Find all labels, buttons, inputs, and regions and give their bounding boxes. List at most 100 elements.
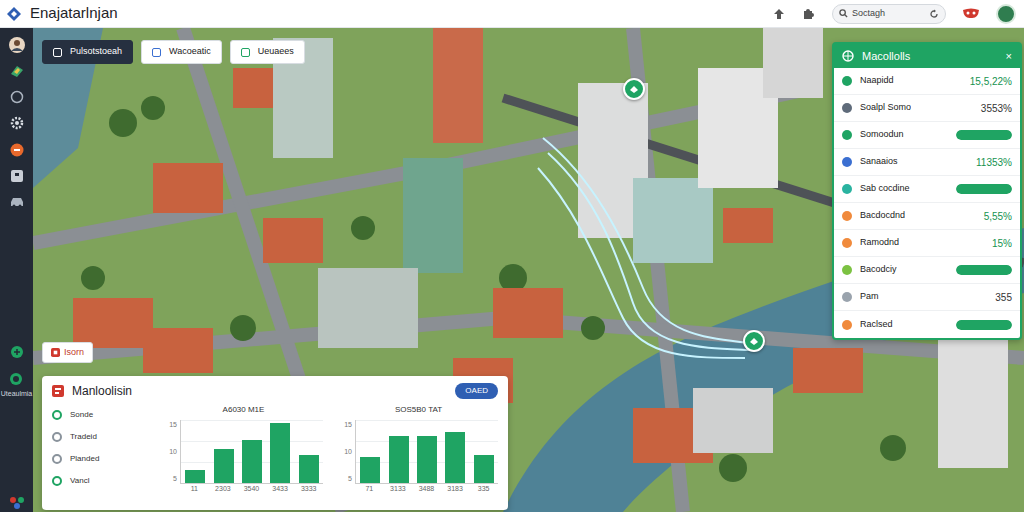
chart-bar[interactable] xyxy=(389,436,409,483)
axis-tick: 15 xyxy=(164,420,177,431)
close-button[interactable]: × xyxy=(1006,48,1012,65)
map-pin[interactable] xyxy=(623,78,645,100)
chart-bar[interactable] xyxy=(270,423,290,483)
chip-label: Pulsotstoeah xyxy=(70,45,122,59)
status-dot-icon xyxy=(842,103,852,113)
refresh-icon[interactable] xyxy=(929,9,939,19)
layer-label: Isorn xyxy=(64,346,84,360)
stats-title: Macollolls xyxy=(862,48,910,65)
row-label: Bacdocdnd xyxy=(860,209,905,223)
chart-x-axis: 71313334883183335 xyxy=(355,484,498,495)
row-label: Soalpl Somo xyxy=(860,101,911,115)
chart-bar[interactable] xyxy=(360,457,380,483)
chart-axis: 15105 xyxy=(339,420,355,484)
chart-plot xyxy=(180,420,323,484)
logo-icon[interactable] xyxy=(6,6,22,22)
status-dot-icon xyxy=(842,238,852,248)
status-dot-icon xyxy=(842,320,852,330)
stats-row[interactable]: Ramodnd15% xyxy=(834,230,1020,257)
alert-icon[interactable] xyxy=(7,141,27,159)
car-icon[interactable] xyxy=(7,193,27,211)
legend-label: Tradeid xyxy=(70,431,97,443)
globe-icon xyxy=(842,50,854,62)
legend-label: Vancl xyxy=(70,475,89,487)
gear-icon[interactable] xyxy=(7,114,27,132)
compass-icon[interactable] xyxy=(7,88,27,106)
stats-row[interactable]: Pam355 xyxy=(834,284,1020,311)
axis-label: 3333 xyxy=(296,484,322,495)
legend-ring-icon xyxy=(52,432,62,442)
chart-bar[interactable] xyxy=(299,455,319,483)
puzzle-icon[interactable] xyxy=(802,7,816,21)
search-input[interactable] xyxy=(852,7,925,21)
legend-item[interactable]: Planded xyxy=(52,448,148,470)
profile-icon[interactable] xyxy=(7,36,27,54)
axis-label: 3133 xyxy=(385,484,411,495)
stats-row[interactable]: Bacodciy xyxy=(834,257,1020,284)
status-dot-icon xyxy=(842,292,852,302)
filter-chip[interactable]: Ueuaees xyxy=(230,40,305,64)
row-value: 11353% xyxy=(976,155,1012,170)
axis-label: 3488 xyxy=(413,484,439,495)
apps-icon[interactable] xyxy=(7,494,27,512)
chevron-icon xyxy=(629,84,639,94)
chip-label: Ueuaees xyxy=(258,45,294,59)
chart-bar[interactable] xyxy=(185,470,205,483)
layer-icon xyxy=(51,348,60,357)
search-field[interactable] xyxy=(832,4,946,24)
stats-row[interactable]: Bacdocdnd 5,55% xyxy=(834,203,1020,230)
row-meter xyxy=(956,184,1012,194)
panel-button[interactable]: OAED xyxy=(455,383,498,399)
bottom-panel: Manloolisin OAED SondeTradeidPlandedVanc… xyxy=(42,376,508,510)
chip-label: Wacoeatic xyxy=(169,45,211,59)
stats-row[interactable]: Sanaaios 11353% xyxy=(834,149,1020,176)
filter-chip[interactable]: Pulsotstoeah xyxy=(42,40,133,64)
app-title: Enajatarlnjan xyxy=(30,2,118,25)
row-label: Sanaaios xyxy=(860,155,898,169)
row-label: Pam xyxy=(860,290,879,304)
status-dot-icon xyxy=(842,76,852,86)
status-dot-icon xyxy=(842,265,852,275)
stats-row[interactable]: Raclsed xyxy=(834,311,1020,338)
row-value: 3553% xyxy=(981,101,1012,116)
side-rail: Uteaulmia xyxy=(0,28,33,512)
report-icon xyxy=(52,385,64,397)
axis-label: 3433 xyxy=(267,484,293,495)
legend-ring-icon xyxy=(52,410,62,420)
share-icon[interactable] xyxy=(772,7,786,21)
eco-icon[interactable] xyxy=(7,343,27,361)
stats-row[interactable]: Naapidd15,5,22% xyxy=(834,68,1020,95)
user-avatar[interactable] xyxy=(996,4,1016,24)
search-icon xyxy=(839,9,848,18)
chart-bar[interactable] xyxy=(474,455,494,483)
status-dot-icon xyxy=(842,157,852,167)
row-meter-fill xyxy=(956,184,1012,194)
legend-ring-icon xyxy=(52,454,62,464)
filter-chip[interactable]: Wacoeatic xyxy=(141,40,222,64)
chart-bar[interactable] xyxy=(214,449,234,483)
stats-row[interactable]: Sab cocdine xyxy=(834,176,1020,203)
chart-body: 15105 xyxy=(164,420,323,484)
layers-icon[interactable] xyxy=(7,62,27,80)
mask-icon[interactable] xyxy=(962,8,980,20)
map-pin[interactable] xyxy=(743,330,765,352)
chart-bar[interactable] xyxy=(242,440,262,483)
row-meter xyxy=(956,265,1012,275)
axis-tick: 10 xyxy=(164,447,177,458)
row-label: Sab cocdine xyxy=(860,182,910,196)
chart-bar[interactable] xyxy=(445,432,465,483)
box-icon[interactable] xyxy=(7,167,27,185)
sidebar-item[interactable]: Uteaulmia xyxy=(1,369,33,400)
legend-item[interactable]: Vancl xyxy=(52,470,148,492)
filter-bar: Pulsotstoeah Wacoeatic Ueuaees xyxy=(42,40,305,64)
stats-row[interactable]: Soalpl Somo 3553% xyxy=(834,95,1020,122)
legend-item[interactable]: Sonde xyxy=(52,404,148,426)
legend-item[interactable]: Tradeid xyxy=(52,426,148,448)
layer-button[interactable]: Isorn xyxy=(42,342,93,363)
stats-row[interactable]: Somoodun xyxy=(834,122,1020,149)
row-meter xyxy=(956,320,1012,330)
map-view[interactable]: PulsotstoeahWacoeaticUeuaees Macollolls … xyxy=(33,28,1024,512)
chart-bar[interactable] xyxy=(417,436,437,483)
row-value: 5,55% xyxy=(984,209,1012,224)
axis-label: 71 xyxy=(356,484,382,495)
